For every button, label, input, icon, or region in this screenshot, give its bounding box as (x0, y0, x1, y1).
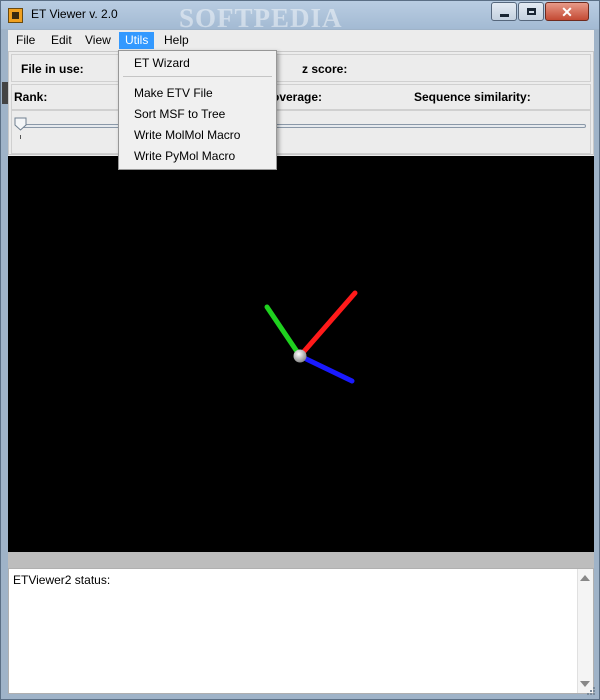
file-in-use-label: File in use: (21, 62, 84, 76)
maximize-icon (526, 8, 536, 15)
window-title: ET Viewer v. 2.0 (31, 7, 118, 21)
menu-item-write-molmol-macro[interactable]: Write MolMol Macro (134, 127, 240, 144)
close-button[interactable]: ✕ (545, 2, 589, 21)
maximize-button[interactable] (518, 2, 544, 21)
3d-viewport[interactable] (8, 156, 594, 552)
z-score-label: z score: (302, 62, 348, 76)
y-axis-line (264, 304, 303, 359)
rank-slider-area (11, 110, 591, 154)
file-info-row: File in use: z score: (11, 54, 591, 82)
close-icon: ✕ (561, 3, 573, 20)
rank-label: Rank: (14, 90, 48, 104)
status-label: ETViewer2 status: (13, 573, 111, 587)
client-area: File Edit View Utils Help File in use: z… (2, 30, 594, 694)
menu-item-sort-msf-to-tree[interactable]: Sort MSF to Tree (134, 106, 225, 123)
menu-item-make-etv-file[interactable]: Make ETV File (134, 85, 213, 102)
menu-edit[interactable]: Edit (45, 32, 78, 49)
title-bar[interactable]: ET Viewer v. 2.0 SOFTPEDIA ✕ (1, 1, 599, 33)
rank-info-row: Rank: overage: Sequence similarity: (11, 84, 591, 110)
info-panel: File in use: z score: Rank: overage: Seq… (2, 51, 594, 155)
resize-grip-icon[interactable] (586, 686, 596, 696)
menu-bar: File Edit View Utils Help (8, 30, 594, 51)
sequence-similarity-label: Sequence similarity: (414, 90, 531, 104)
menu-item-write-pymol-macro[interactable]: Write PyMol Macro (134, 148, 235, 165)
axes-gizmo (264, 290, 358, 384)
coverage-label: overage: (272, 90, 323, 104)
status-panel: ETViewer2 status: (8, 568, 594, 694)
app-icon (8, 8, 23, 23)
minimize-icon (499, 13, 509, 17)
menu-utils[interactable]: Utils (119, 32, 155, 49)
minimize-button[interactable] (491, 2, 517, 21)
splitter-bar[interactable] (8, 552, 594, 568)
panel-edge-marker (2, 82, 8, 104)
utils-dropdown-menu: ET Wizard Make ETV File Sort MSF to Tree… (118, 50, 277, 170)
x-axis-line (297, 290, 358, 359)
scroll-up-icon[interactable] (580, 575, 590, 581)
z-axis-line (297, 353, 355, 384)
menu-item-et-wizard[interactable]: ET Wizard (134, 55, 190, 72)
menu-view[interactable]: View (79, 32, 117, 49)
origin-sphere (293, 349, 307, 363)
status-scrollbar[interactable] (577, 569, 593, 693)
menu-separator (123, 76, 272, 77)
slider-tick (20, 135, 21, 139)
app-window: ET Viewer v. 2.0 SOFTPEDIA ✕ File Edit V… (0, 0, 600, 700)
menu-file[interactable]: File (10, 32, 41, 49)
rank-slider-track[interactable] (20, 124, 586, 128)
menu-help[interactable]: Help (158, 32, 195, 49)
rank-slider-thumb[interactable] (14, 117, 27, 131)
